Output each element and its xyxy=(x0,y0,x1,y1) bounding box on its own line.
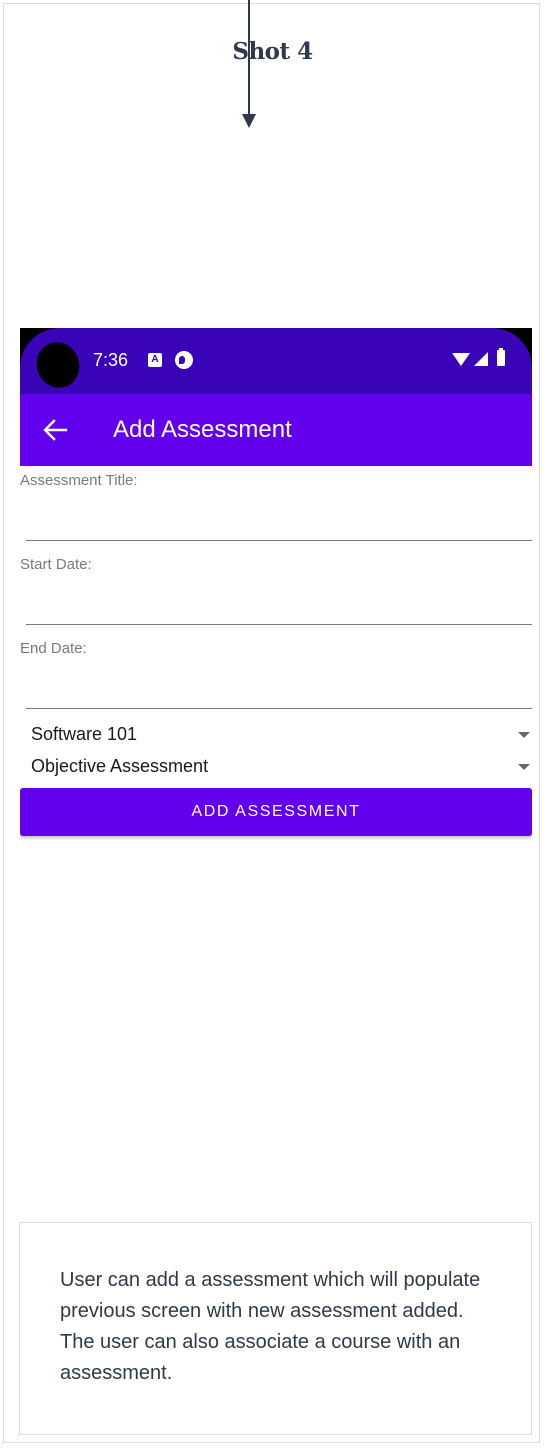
type-spinner[interactable]: Objective Assessment xyxy=(20,754,532,780)
title-label: Assessment Title: xyxy=(20,472,138,489)
wifi-icon xyxy=(452,353,470,366)
title-input[interactable] xyxy=(26,510,532,541)
flow-arrow-head-icon xyxy=(242,114,256,128)
start-date-input[interactable] xyxy=(26,594,532,625)
pocket-casts-icon xyxy=(175,351,193,369)
end-date-input[interactable] xyxy=(26,678,532,709)
phone-screen: 7:36 A Add Assessment Assessment Title: … xyxy=(20,328,532,843)
course-spinner-value: Software 101 xyxy=(31,724,138,744)
system-icons xyxy=(452,348,522,370)
add-assessment-button[interactable]: ADD ASSESSMENT xyxy=(20,788,532,836)
start-date-label: Start Date: xyxy=(20,556,92,573)
caret-down-icon xyxy=(518,732,530,738)
a-icon: A xyxy=(148,353,162,367)
description-text: User can add a assessment which will pop… xyxy=(60,1269,481,1384)
shot-title: Shot 4 xyxy=(232,38,313,65)
signal-icon xyxy=(474,352,488,366)
arrow-left-icon[interactable] xyxy=(42,418,68,442)
course-spinner[interactable]: Software 101 xyxy=(20,722,532,748)
status-time: 7:36 xyxy=(93,350,129,370)
type-spinner-value: Objective Assessment xyxy=(31,756,209,776)
end-date-label: End Date: xyxy=(20,640,87,657)
description-box: User can add a assessment which will pop… xyxy=(19,1222,532,1435)
battery-icon xyxy=(497,348,505,366)
caret-down-icon xyxy=(518,764,530,770)
app-bar-title: Add Assessment xyxy=(113,416,292,443)
app-bar: Add Assessment xyxy=(20,394,532,466)
